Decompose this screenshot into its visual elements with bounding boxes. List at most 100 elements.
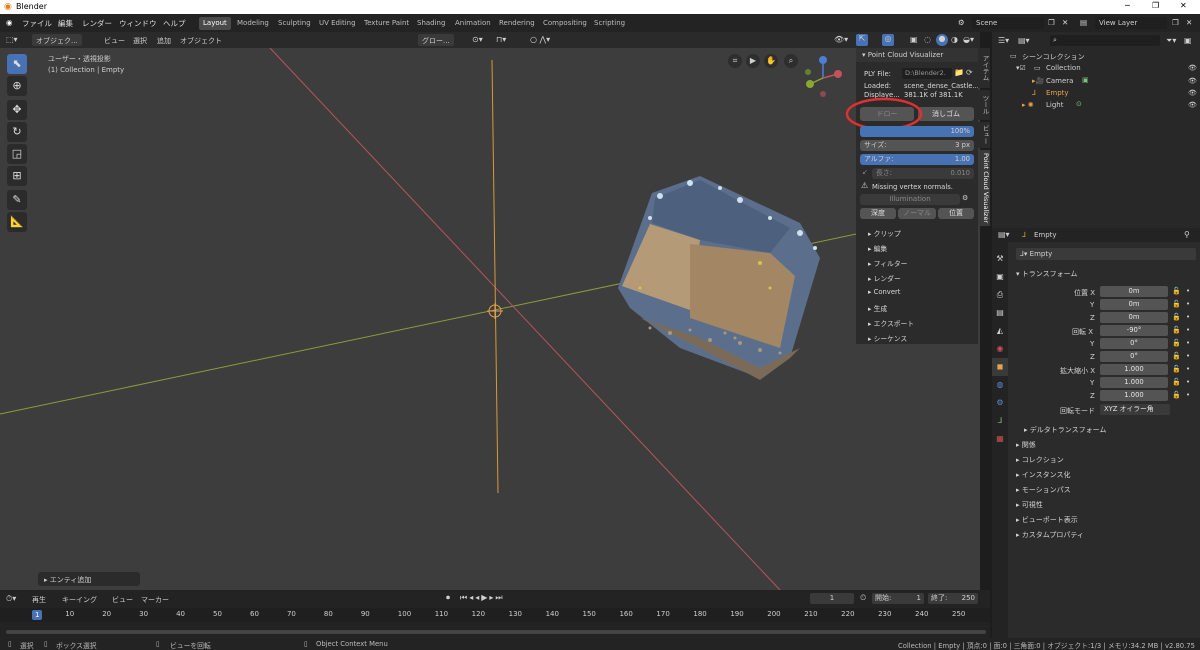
tab-tool[interactable]: ツール	[978, 90, 990, 120]
tab-point-cloud-visualizer[interactable]: Point Cloud Visualizer	[978, 150, 990, 226]
scale-tool-icon[interactable]: ◲	[7, 144, 27, 164]
lock-icon[interactable]: 🔓	[1172, 300, 1181, 308]
record-icon[interactable]: ⏺	[446, 593, 450, 603]
delete-scene-icon[interactable]: ✕	[1062, 18, 1068, 27]
measure-tool-icon[interactable]: 📐	[7, 212, 27, 232]
location-z-field[interactable]: 0m	[1100, 312, 1168, 323]
keyframe-dot-icon[interactable]: •	[1186, 378, 1190, 386]
new-view-layer-icon[interactable]: ❐	[1172, 18, 1179, 27]
position-button[interactable]: 位置	[938, 208, 974, 219]
panel-section-1[interactable]: ▸ 編集	[868, 243, 887, 253]
solid-shading-icon[interactable]: ●	[936, 34, 948, 46]
playback-controls[interactable]: ⏮◂◂▶▸⏭	[460, 593, 505, 603]
navigation-gizmo[interactable]	[798, 54, 848, 102]
property-section-1[interactable]: ▸ コレクション	[1016, 455, 1064, 465]
keyframe-dot-icon[interactable]: •	[1186, 287, 1190, 295]
xray-icon[interactable]: ▣	[910, 35, 918, 44]
tab-sculpting[interactable]: Sculpting	[274, 17, 315, 30]
timeline-scrollbar[interactable]	[6, 630, 986, 634]
delete-view-layer-icon[interactable]: ✕	[1186, 18, 1192, 27]
object-data-tab-icon[interactable]: ⅃	[992, 412, 1008, 430]
preview-range-icon[interactable]: ⏲	[860, 593, 866, 603]
view-layer-selector[interactable]: View Layer	[1095, 17, 1167, 29]
scene-selector[interactable]: Scene	[972, 17, 1044, 29]
menu-keying[interactable]: キーイング	[62, 595, 97, 605]
proportional-edit-icon[interactable]: ○ ⋀▾	[530, 35, 550, 44]
keyframe-dot-icon[interactable]: •	[1186, 339, 1190, 347]
frame-ruler[interactable]: 1 10 20 30 40 50 60 70 80 90 100 110 120 130 140 150 160…	[0, 608, 990, 622]
rotation-mode-dropdown[interactable]: XYZ オイラー角	[1100, 404, 1170, 415]
texture-tab-icon[interactable]: ▦	[992, 430, 1008, 448]
keyframe-dot-icon[interactable]: •	[1186, 352, 1190, 360]
filter-icon[interactable]: ⏷▾	[1166, 36, 1176, 46]
collection-checkbox-icon[interactable]: ▾☑	[1016, 64, 1026, 72]
lock-icon[interactable]: 🔓	[1172, 391, 1181, 399]
normal-button[interactable]: ノーマル	[898, 208, 936, 219]
timeline-editor-icon[interactable]: ⏱▾	[6, 594, 16, 604]
new-scene-icon[interactable]: ❐	[1048, 18, 1055, 27]
eye-icon[interactable]: 👁	[1188, 64, 1197, 72]
tab-view[interactable]: ビュー	[978, 122, 990, 148]
outliner-search-input[interactable]: ⌕	[1050, 35, 1160, 46]
eye-icon[interactable]: 👁	[1188, 89, 1197, 97]
zoom-icon[interactable]: ⌕	[784, 54, 798, 68]
lock-icon[interactable]: 🔓	[1172, 326, 1181, 334]
tab-layout[interactable]: Layout	[199, 17, 231, 30]
rotate-tool-icon[interactable]: ↻	[7, 122, 27, 142]
blender-menu-icon[interactable]: ◉	[6, 18, 13, 27]
select-box-tool-icon[interactable]: ⬉	[7, 54, 27, 74]
tab-modeling[interactable]: Modeling	[233, 17, 273, 30]
wireframe-shading-icon[interactable]: ◌	[924, 35, 931, 44]
length-field[interactable]: 長さ: 0.010	[872, 168, 974, 179]
object-name-field[interactable]: ⅃▾ Empty	[1016, 248, 1196, 260]
outliner-item-camera[interactable]: Camera	[1046, 77, 1073, 85]
panel-section-7[interactable]: ▸ シーケンス	[868, 333, 907, 343]
move-tool-icon[interactable]: ✥	[7, 100, 27, 120]
outliner-item-light[interactable]: Light	[1046, 101, 1063, 109]
tab-scripting[interactable]: Scripting	[590, 17, 629, 30]
last-operator-panel[interactable]: ▸ エンティ追加	[38, 572, 140, 586]
outliner-editor-icon[interactable]: ☰▾	[998, 36, 1009, 45]
properties-editor-icon[interactable]: ▤▾	[998, 230, 1010, 239]
erase-button[interactable]: 消しゴム	[918, 107, 974, 121]
tab-animation[interactable]: Animation	[451, 17, 495, 30]
scale-z-field[interactable]: 1.000	[1100, 390, 1168, 401]
property-section-6[interactable]: ▸ カスタムプロパティ	[1016, 530, 1084, 540]
menu-render[interactable]: レンダー	[82, 18, 112, 29]
scene-collection-label[interactable]: シーンコレクション	[1022, 52, 1085, 62]
menu-playback[interactable]: 再生	[32, 595, 46, 605]
location-x-field[interactable]: 0m	[1100, 286, 1168, 297]
lock-icon[interactable]: 🔓	[1172, 378, 1181, 386]
new-collection-icon[interactable]: ▣	[1184, 36, 1192, 45]
panel-section-0[interactable]: ▸ クリップ	[868, 228, 901, 238]
camera-icon[interactable]: ▶	[746, 54, 760, 68]
reload-icon[interactable]: ⟳	[966, 68, 973, 77]
minimize-button[interactable]: ─	[1125, 1, 1130, 10]
alpha-slider[interactable]: アルファ: 1.00	[860, 154, 974, 165]
panel-section-4[interactable]: ▸ Convert	[868, 288, 900, 296]
constraints-tab-icon[interactable]: ⚙	[992, 394, 1008, 412]
keyframe-dot-icon[interactable]: •	[1186, 300, 1190, 308]
menu-select[interactable]: 選択	[133, 36, 147, 46]
start-frame-field[interactable]: 開始: 1	[872, 593, 924, 604]
close-button[interactable]: ✕	[1180, 1, 1187, 10]
tab-compositing[interactable]: Compositing	[539, 17, 591, 30]
scale-x-field[interactable]: 1.000	[1100, 364, 1168, 375]
end-frame-field[interactable]: 終了: 250	[928, 593, 978, 604]
view-layer-tab-icon[interactable]: ▤	[992, 304, 1008, 322]
menu-file[interactable]: ファイル	[22, 18, 52, 29]
property-section-4[interactable]: ▸ 可視性	[1016, 500, 1043, 510]
outliner-item-empty[interactable]: Empty	[1046, 89, 1069, 97]
physics-tab-icon[interactable]: ◍	[992, 376, 1008, 394]
panel-header[interactable]: ▾ Point Cloud Visualizer	[856, 48, 978, 62]
menu-marker[interactable]: マーカー	[141, 595, 169, 605]
rendered-shading-icon[interactable]: ◒▾	[963, 35, 974, 44]
illumination-toggle[interactable]: Illumination	[860, 194, 960, 205]
menu-view[interactable]: ビュー	[104, 36, 125, 46]
eye-icon[interactable]: 👁	[1188, 77, 1197, 85]
illumination-settings-icon[interactable]: ⚙	[962, 194, 968, 202]
folder-icon[interactable]: 📁	[954, 68, 964, 77]
property-section-0[interactable]: ▸ 関係	[1016, 440, 1036, 450]
scene-tab-icon[interactable]: ◭	[992, 322, 1008, 340]
depth-button[interactable]: 深度	[860, 208, 896, 219]
